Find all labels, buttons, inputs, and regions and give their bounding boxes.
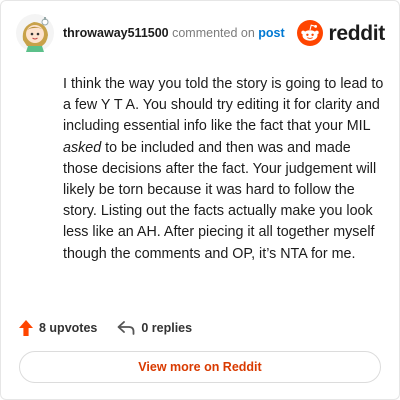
comment-meta: throwaway511500 commented on post (63, 26, 285, 40)
user-avatar-icon[interactable] (15, 13, 55, 53)
replies-label: 0 replies (141, 321, 193, 335)
reply-arrow-icon (117, 321, 141, 335)
comment-embed-card: throwaway511500 commented on post reddit (0, 0, 400, 400)
replies-stat[interactable]: 0 replies (117, 321, 192, 335)
comment-body-part-1: I think the way you told the story is go… (63, 76, 384, 135)
action-text: commented on (172, 26, 255, 40)
reddit-logo[interactable]: reddit (297, 19, 385, 47)
reddit-wordmark: reddit (328, 21, 385, 45)
comment-footer: 8 upvotes 0 replies (19, 317, 192, 339)
upvotes-stat[interactable]: 8 upvotes (19, 320, 97, 336)
comment-body-emphasis: asked (63, 139, 102, 156)
upvote-arrow-icon (19, 320, 39, 336)
upvotes-label: 8 upvotes (39, 321, 98, 335)
comment-header: throwaway511500 commented on post reddit (15, 13, 385, 53)
comment-body-part-2: to be included and then was and made tho… (63, 139, 377, 262)
reddit-logo-icon (297, 20, 324, 46)
post-link[interactable]: post (258, 26, 284, 40)
username-link[interactable]: throwaway511500 (63, 26, 169, 40)
view-more-on-reddit-button[interactable]: View more on Reddit (19, 351, 381, 383)
comment-body: I think the way you told the story is go… (63, 74, 389, 265)
